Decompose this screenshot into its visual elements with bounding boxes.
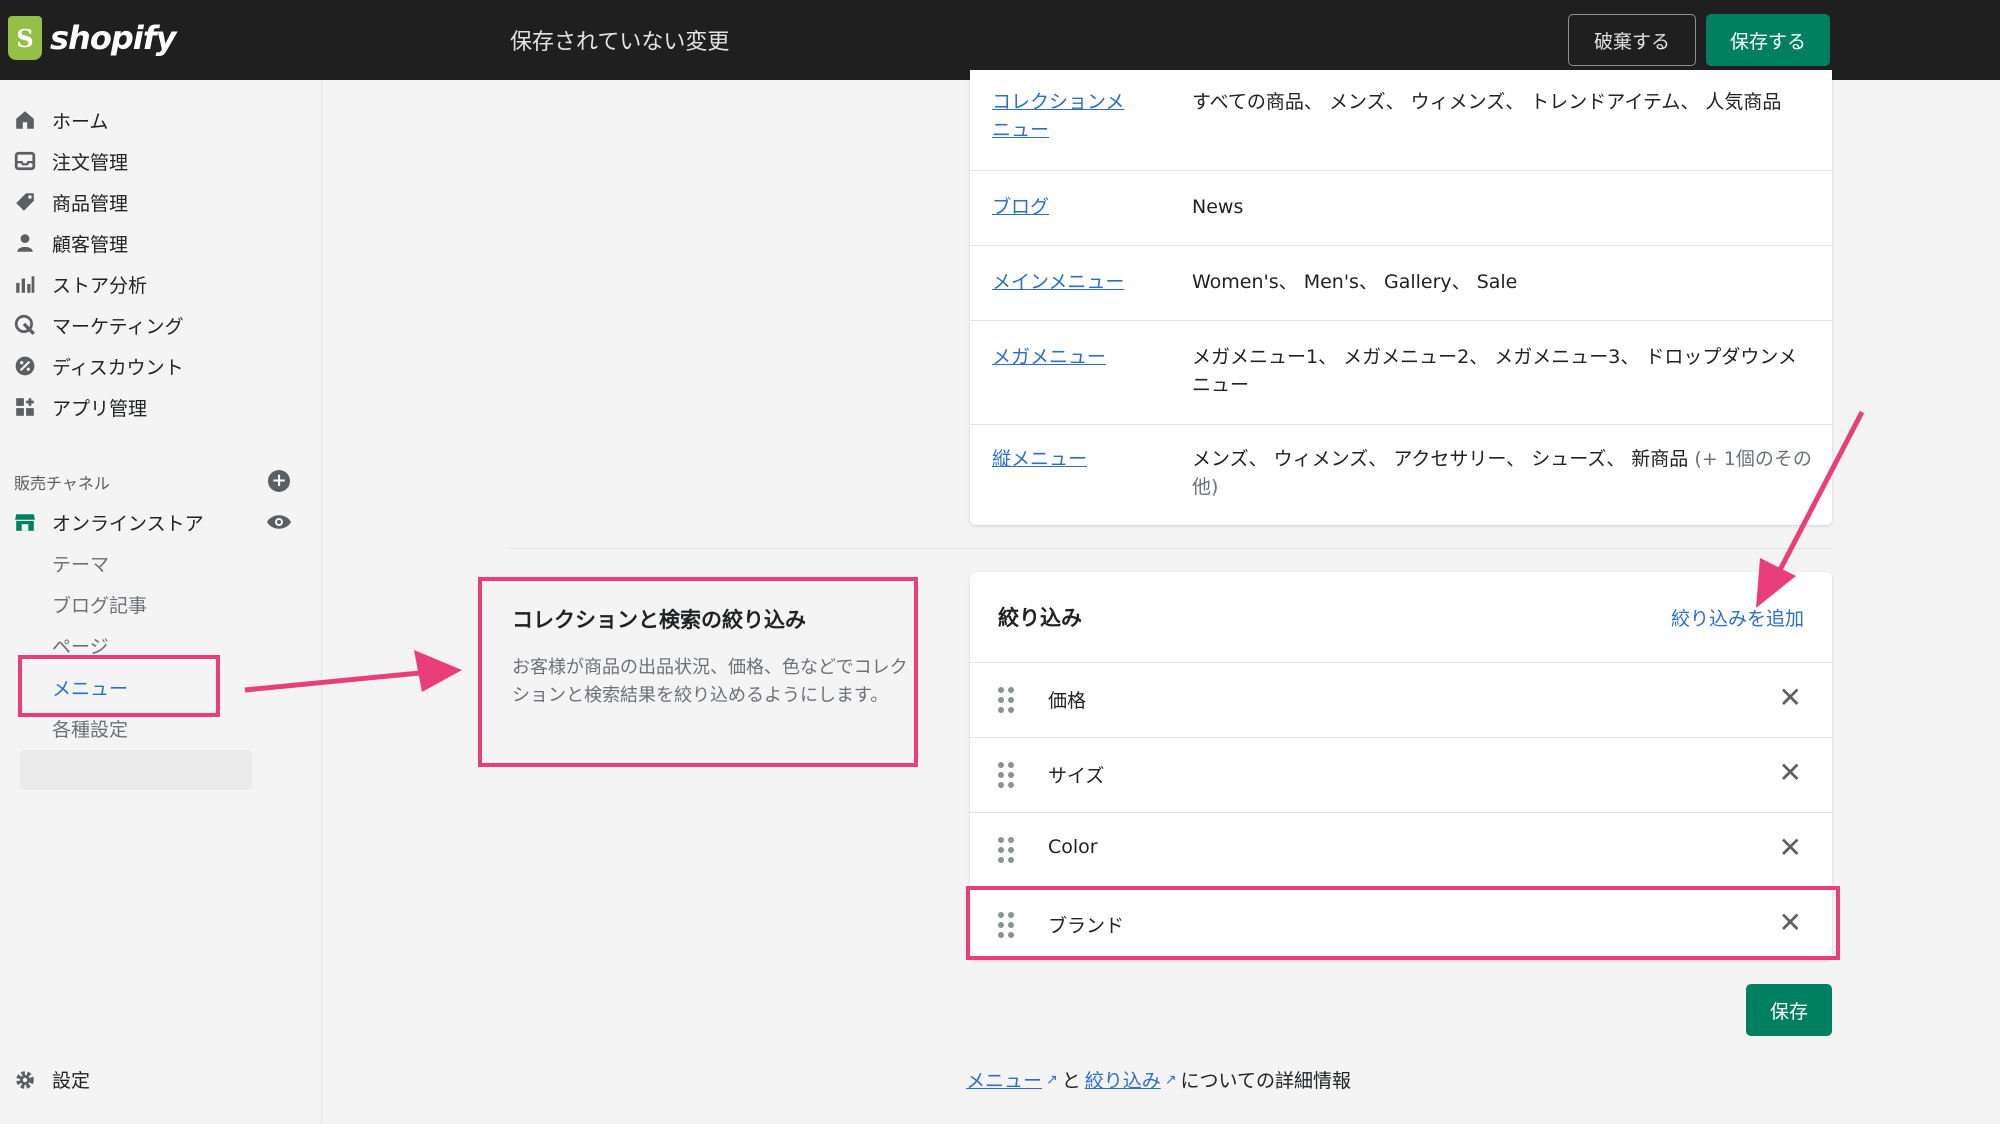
arrow-head-right xyxy=(1756,558,1796,608)
arrow-line-left xyxy=(244,669,431,693)
arrow-head-left xyxy=(414,650,462,692)
arrow-line-right xyxy=(1777,410,1865,572)
annotation-arrows xyxy=(244,410,1865,693)
